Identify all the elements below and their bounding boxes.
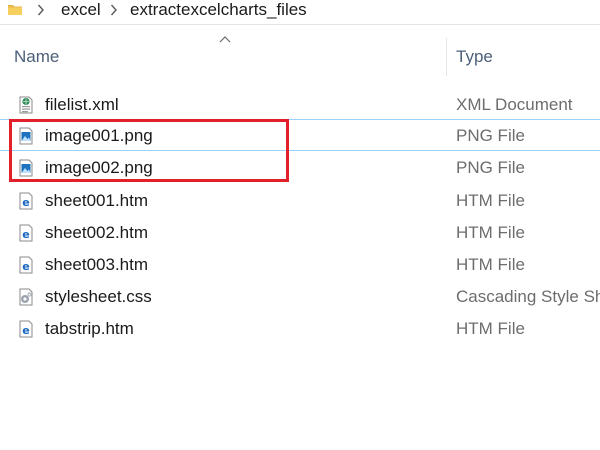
folder-icon bbox=[8, 5, 22, 15]
svg-text:e: e bbox=[22, 196, 29, 209]
file-row[interactable]: stylesheet.css Cascading Style Sh bbox=[0, 280, 600, 312]
file-name: stylesheet.css bbox=[45, 287, 152, 306]
sort-ascending-icon bbox=[219, 36, 231, 43]
chevron-right-icon[interactable] bbox=[110, 3, 118, 17]
svg-text:e: e bbox=[22, 260, 29, 273]
xml-file-icon bbox=[19, 96, 33, 114]
file-type: XML Document bbox=[456, 95, 573, 114]
edge-htm-icon: e bbox=[19, 192, 33, 210]
file-type: HTM File bbox=[456, 319, 525, 338]
file-name: image001.png bbox=[45, 126, 153, 145]
file-row[interactable]: e sheet003.htm HTM File bbox=[0, 248, 600, 280]
edge-htm-icon: e bbox=[19, 320, 33, 338]
file-name: tabstrip.htm bbox=[45, 319, 134, 338]
svg-text:e: e bbox=[22, 228, 29, 241]
column-header-type[interactable]: Type bbox=[456, 46, 493, 68]
column-header-name[interactable]: Name bbox=[14, 46, 59, 68]
file-name: sheet003.htm bbox=[45, 255, 149, 274]
chevron-right-icon[interactable] bbox=[37, 3, 45, 17]
file-type: HTM File bbox=[456, 255, 525, 274]
image-file-icon bbox=[19, 127, 33, 145]
file-type: PNG File bbox=[456, 126, 525, 145]
image-file-icon bbox=[19, 159, 33, 177]
file-row[interactable]: e sheet002.htm HTM File bbox=[0, 216, 600, 248]
file-type: HTM File bbox=[456, 191, 525, 210]
breadcrumb: excel extractexcelcharts_files bbox=[0, 0, 600, 25]
breadcrumb-item-current-folder[interactable]: extractexcelcharts_files bbox=[130, 0, 307, 20]
file-row[interactable]: image001.png PNG File bbox=[0, 119, 600, 151]
svg-text:e: e bbox=[22, 324, 29, 337]
file-name: image002.png bbox=[45, 158, 153, 177]
file-type: PNG File bbox=[456, 158, 525, 177]
file-row[interactable]: e tabstrip.htm HTM File bbox=[0, 312, 600, 344]
file-name: filelist.xml bbox=[45, 95, 119, 114]
file-type: HTM File bbox=[456, 223, 525, 242]
file-type: Cascading Style Sh bbox=[456, 287, 600, 306]
file-row[interactable]: image002.png PNG File bbox=[0, 150, 600, 182]
edge-htm-icon: e bbox=[19, 256, 33, 274]
file-name: sheet001.htm bbox=[45, 191, 149, 210]
file-name: sheet002.htm bbox=[45, 223, 149, 242]
css-file-icon bbox=[19, 288, 33, 306]
breadcrumb-item-excel[interactable]: excel bbox=[61, 0, 101, 20]
column-divider[interactable] bbox=[446, 38, 447, 76]
edge-htm-icon: e bbox=[19, 224, 33, 242]
file-row[interactable]: e sheet001.htm HTM File bbox=[0, 184, 600, 216]
file-row[interactable]: filelist.xml XML Document bbox=[0, 88, 600, 120]
